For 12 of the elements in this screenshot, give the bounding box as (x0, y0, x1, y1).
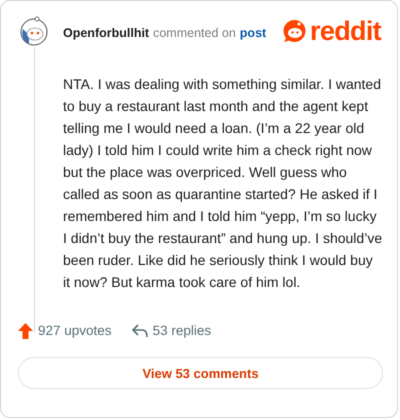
reddit-logo-icon (283, 19, 308, 43)
reddit-wordmark: reddit (310, 18, 381, 44)
post-link[interactable]: post (240, 24, 266, 42)
avatar-icon (19, 15, 49, 47)
view-comments-button[interactable]: View 53 comments (18, 357, 383, 390)
reply-count: 53 replies (152, 322, 212, 340)
upvote-icon[interactable] (18, 323, 33, 340)
reply-icon[interactable] (132, 324, 148, 338)
author-name[interactable]: Openforbullhit (63, 24, 150, 42)
comment-text: NTA. I was dealing with something similar. I wanted to buy a restaurant last month and the agent kept telling me I would need a loan. (I’m a 22 year old lady) I told him I could write him a check right now but the place was overpriced. Well guess who called as soon as quarantine started? He asked if I remembered him and I told him “yepp, I’m so lucky I didn’t buy the restaurant” and hung up. I should’ve been ruder. Like did he seriously think I would buy it now? But karma took care of him lol. (63, 75, 383, 292)
upvote-count: 927 upvotes (38, 322, 112, 340)
action-text: commented on (153, 24, 236, 42)
